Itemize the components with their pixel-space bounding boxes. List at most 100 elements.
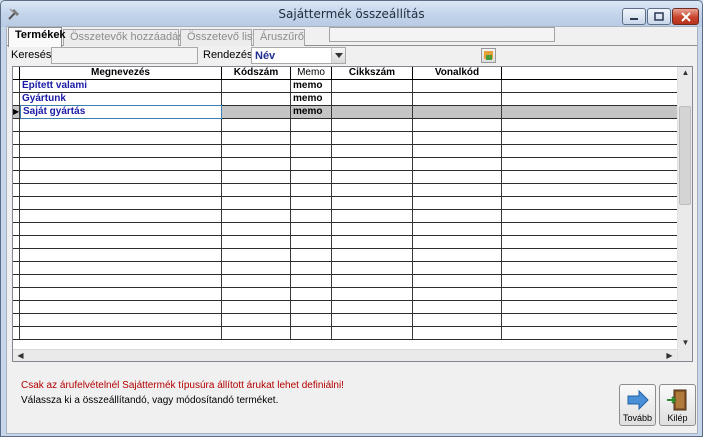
cell-name[interactable]: [20, 314, 222, 326]
tab-product-filter[interactable]: Áruszűrő: [253, 29, 305, 46]
table-row[interactable]: [13, 210, 677, 223]
table-row[interactable]: [13, 314, 677, 327]
cell-name[interactable]: [20, 327, 222, 339]
cell-code[interactable]: [222, 171, 291, 183]
cell-name[interactable]: [20, 184, 222, 196]
cell-sku[interactable]: [332, 223, 413, 235]
cell-memo[interactable]: [291, 301, 332, 313]
cell-code[interactable]: [222, 314, 291, 326]
cell-name[interactable]: [20, 275, 222, 287]
cell-name[interactable]: Saját gyártás: [20, 105, 222, 119]
cell-name[interactable]: [20, 210, 222, 222]
cell-code[interactable]: [222, 158, 291, 170]
cell-filler[interactable]: [502, 80, 677, 92]
cell-filler[interactable]: [502, 106, 677, 118]
cell-barcode[interactable]: [413, 119, 502, 131]
table-row[interactable]: [13, 223, 677, 236]
scroll-right-icon[interactable]: ▶: [662, 350, 677, 361]
cell-memo[interactable]: [291, 158, 332, 170]
cell-sku[interactable]: [332, 171, 413, 183]
column-header-memo[interactable]: Memo: [291, 67, 332, 80]
cell-barcode[interactable]: [413, 327, 502, 339]
cell-memo[interactable]: [291, 197, 332, 209]
cell-sku[interactable]: [332, 275, 413, 287]
cell-barcode[interactable]: [413, 314, 502, 326]
cell-filler[interactable]: [502, 236, 677, 248]
table-row[interactable]: [13, 301, 677, 314]
column-header-barcode[interactable]: Vonalkód: [413, 67, 502, 80]
cell-filler[interactable]: [502, 132, 677, 144]
cell-sku[interactable]: [332, 93, 413, 105]
tab-add-components[interactable]: Összetevők hozzáadása: [63, 29, 190, 46]
table-row[interactable]: ▶ Saját gyártás memo: [13, 105, 677, 119]
cell-code[interactable]: [222, 236, 291, 248]
cell-memo[interactable]: [291, 210, 332, 222]
cell-barcode[interactable]: [413, 158, 502, 170]
cell-name[interactable]: [20, 301, 222, 313]
cell-memo[interactable]: [291, 236, 332, 248]
cell-barcode[interactable]: [413, 171, 502, 183]
cell-code[interactable]: [222, 210, 291, 222]
filter-icon[interactable]: [481, 48, 496, 63]
cell-code[interactable]: [222, 223, 291, 235]
cell-filler[interactable]: [502, 158, 677, 170]
table-row[interactable]: [13, 262, 677, 275]
table-row[interactable]: [13, 171, 677, 184]
cell-name[interactable]: [20, 236, 222, 248]
cell-code[interactable]: [222, 119, 291, 131]
scroll-down-icon[interactable]: ▼: [678, 337, 692, 349]
table-row[interactable]: [13, 288, 677, 301]
table-row[interactable]: [13, 158, 677, 171]
scroll-thumb[interactable]: [679, 106, 691, 205]
cell-filler[interactable]: [502, 223, 677, 235]
horizontal-scrollbar[interactable]: ◀ ▶: [13, 349, 677, 361]
cell-memo[interactable]: [291, 171, 332, 183]
minimize-button[interactable]: [622, 8, 646, 25]
scroll-left-icon[interactable]: ◀: [13, 350, 28, 361]
cell-filler[interactable]: [502, 184, 677, 196]
cell-barcode[interactable]: [413, 275, 502, 287]
cell-memo[interactable]: [291, 314, 332, 326]
cell-sku[interactable]: [332, 301, 413, 313]
scroll-up-icon[interactable]: ▲: [678, 67, 692, 79]
table-row[interactable]: [13, 249, 677, 262]
cell-code[interactable]: [222, 301, 291, 313]
cell-code[interactable]: [222, 288, 291, 300]
cell-filler[interactable]: [502, 262, 677, 274]
table-row[interactable]: [13, 327, 677, 340]
cell-filler[interactable]: [502, 119, 677, 131]
cell-sku[interactable]: [332, 249, 413, 261]
products-grid[interactable]: Megnevezés Kódszám Memo Cikkszám Vonalkó…: [12, 66, 693, 362]
cell-memo[interactable]: [291, 288, 332, 300]
cell-memo[interactable]: [291, 223, 332, 235]
cell-barcode[interactable]: [413, 106, 502, 118]
cell-code[interactable]: [222, 184, 291, 196]
cell-barcode[interactable]: [413, 249, 502, 261]
cell-filler[interactable]: [502, 327, 677, 339]
cell-memo[interactable]: [291, 249, 332, 261]
search-input[interactable]: [51, 47, 198, 64]
cell-filler[interactable]: [502, 197, 677, 209]
cell-code[interactable]: [222, 197, 291, 209]
cell-sku[interactable]: [332, 210, 413, 222]
cell-sku[interactable]: [332, 288, 413, 300]
cell-barcode[interactable]: [413, 236, 502, 248]
table-row[interactable]: [13, 119, 677, 132]
tab-component-list[interactable]: Összetevő lista: [180, 29, 262, 46]
cell-barcode[interactable]: [413, 288, 502, 300]
cell-name[interactable]: [20, 249, 222, 261]
table-row[interactable]: [13, 197, 677, 210]
cell-code[interactable]: [222, 249, 291, 261]
cell-name[interactable]: [20, 119, 222, 131]
cell-name[interactable]: [20, 158, 222, 170]
cell-sku[interactable]: [332, 80, 413, 92]
cell-filler[interactable]: [502, 314, 677, 326]
cell-name[interactable]: [20, 132, 222, 144]
table-row[interactable]: [13, 184, 677, 197]
cell-sku[interactable]: [332, 132, 413, 144]
cell-sku[interactable]: [332, 119, 413, 131]
cell-name[interactable]: [20, 262, 222, 274]
cell-filler[interactable]: [502, 145, 677, 157]
cell-memo[interactable]: [291, 327, 332, 339]
cell-sku[interactable]: [332, 314, 413, 326]
